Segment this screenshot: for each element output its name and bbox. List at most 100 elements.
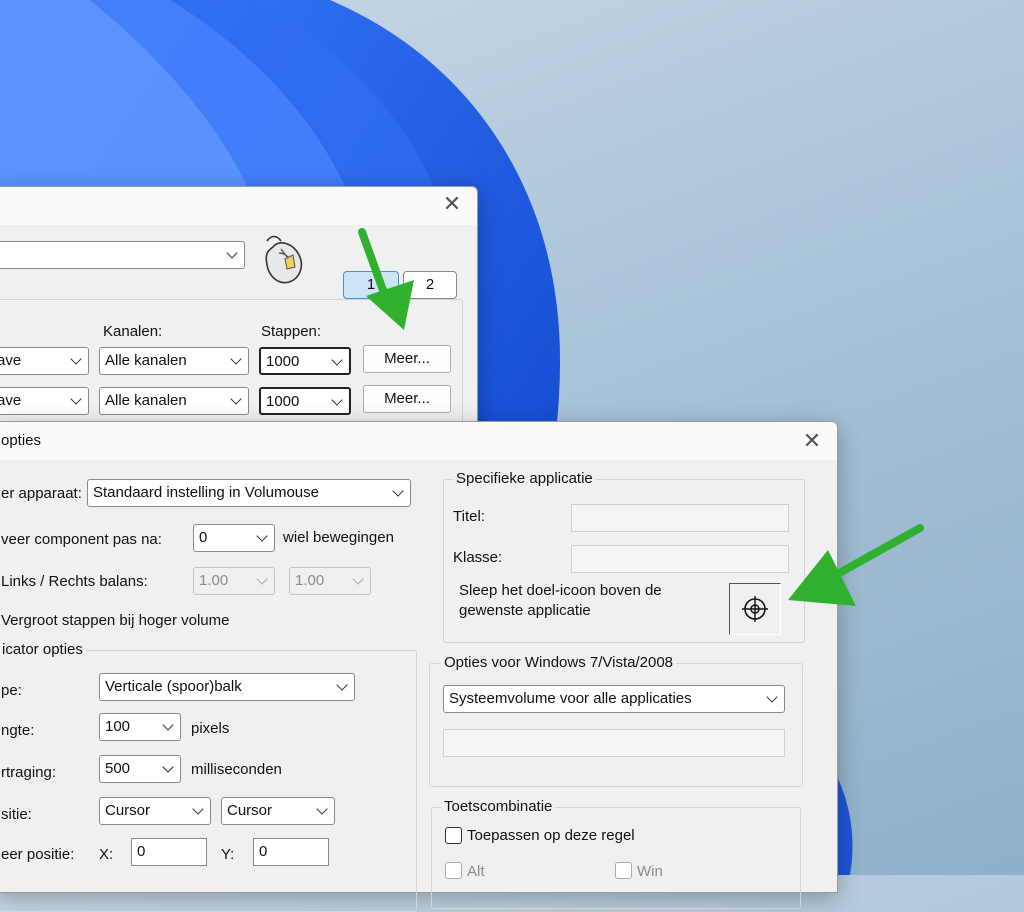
chevron-down-icon (336, 679, 348, 691)
position-y-value: Cursor (227, 802, 273, 819)
win7-group-title: Opties voor Windows 7/Vista/2008 (441, 654, 677, 671)
chevron-down-icon (70, 393, 82, 405)
alt-checkbox[interactable] (445, 862, 462, 879)
steps-select-2[interactable]: 1000 (259, 387, 351, 415)
target-drag-handle[interactable] (729, 583, 781, 635)
type-label: pe: (1, 682, 22, 699)
apply-rule-checkbox[interactable] (445, 827, 462, 844)
device-select[interactable]: Standaard instelling in Volumouse (87, 479, 411, 507)
hotkey-group (431, 807, 801, 909)
chevron-down-icon (230, 353, 242, 365)
drag-instruction-line-2: gewenste applicatie (459, 602, 591, 619)
position-y-select[interactable]: Cursor (221, 797, 335, 825)
length-unit: pixels (191, 720, 230, 737)
delay-value: 500 (105, 760, 131, 777)
hotkey-group-title: Toetscombinatie (441, 798, 556, 815)
win7-value: Systeemvolume voor alle applicaties (449, 690, 692, 707)
type-select[interactable]: Verticale (spoor)balk (99, 673, 355, 701)
alt-label: Alt (467, 863, 485, 880)
chevron-down-icon (352, 573, 364, 585)
win-label: Win (637, 863, 663, 880)
chevron-down-icon (331, 354, 343, 366)
fixed-position-label: eer positie: (1, 846, 75, 863)
device-label: er apparaat: (1, 485, 82, 502)
chevron-down-icon (316, 803, 328, 815)
chevron-down-icon (162, 761, 174, 773)
chevron-down-icon (162, 719, 174, 731)
channel-select-2[interactable]: Alle kanalen (99, 387, 249, 415)
delay-select[interactable]: 500 (99, 755, 181, 783)
source-value: ave (0, 352, 22, 369)
class-input[interactable] (571, 545, 789, 573)
position-x-select[interactable]: Cursor (99, 797, 211, 825)
component-label: veer component pas na: (1, 531, 162, 548)
steps-select-1[interactable]: 1000 (259, 347, 351, 375)
delay-unit: milliseconden (191, 761, 282, 778)
length-value: 100 (105, 718, 131, 735)
title-label: Titel: (453, 508, 485, 525)
y-input[interactable]: 0 (253, 838, 329, 866)
win-checkbox[interactable] (615, 862, 632, 879)
balance-label: Links / Rechts balans: (1, 573, 148, 590)
class-label: Klasse: (453, 549, 503, 566)
chevron-down-icon (192, 803, 204, 815)
options-window: opties ✕ er apparaat: Standaard instelli… (0, 421, 838, 912)
crosshair-icon (742, 596, 768, 622)
channels-label: Kanalen: (103, 323, 163, 340)
type-value: Verticale (spoor)balk (105, 678, 242, 695)
chevron-down-icon (256, 530, 268, 542)
position-x-value: Cursor (105, 802, 151, 819)
arrow-to-target-icon (788, 524, 924, 606)
win7-select[interactable]: Systeemvolume voor alle applicaties (443, 685, 785, 713)
steps-value: 1000 (266, 393, 300, 410)
device-value: Standaard instelling in Volumouse (93, 484, 319, 501)
x-input[interactable]: 0 (131, 838, 207, 866)
balance-right-value: 1.00 (295, 572, 325, 589)
win7-extra-field[interactable] (443, 729, 785, 757)
chevron-down-icon (331, 394, 343, 406)
source-select-2[interactable]: ave (0, 387, 89, 415)
chevron-down-icon (256, 573, 268, 585)
indicator-group-title: icator opties (0, 641, 86, 658)
options-window-titlebar: opties (0, 422, 837, 460)
chevron-down-icon (230, 393, 242, 405)
back-window-close-icon[interactable]: ✕ (437, 189, 467, 219)
channel-select-1[interactable]: Alle kanalen (99, 347, 249, 375)
component-unit: wiel bewegingen (283, 529, 394, 546)
apply-rule-label: Toepassen op deze regel (467, 827, 635, 844)
options-window-close-icon[interactable]: ✕ (797, 426, 827, 456)
balance-left-value: 1.00 (199, 572, 229, 589)
chevron-down-icon (392, 485, 404, 497)
component-value: 0 (199, 529, 208, 546)
chevron-down-icon (70, 353, 82, 365)
steps-label: Stappen: (261, 323, 322, 340)
chevron-down-icon (766, 691, 778, 703)
source-value: ave (0, 392, 22, 409)
x-label: X: (99, 846, 114, 863)
drag-instruction-line-1: Sleep het doel-icoon boven de (459, 582, 662, 599)
channel-value: Alle kanalen (105, 352, 187, 369)
arrow-to-more-button-icon (358, 228, 414, 330)
delay-label: rtraging: (1, 764, 57, 781)
window-title: opties (1, 432, 42, 449)
position-label: sitie: (1, 806, 32, 823)
mouse-icon (265, 235, 303, 284)
source-select-1[interactable]: ave (0, 347, 89, 375)
increase-steps-checkbox-label[interactable]: Vergroot stappen bij hoger volume (1, 612, 229, 629)
balance-left-select[interactable]: 1.00 (193, 567, 275, 595)
title-input[interactable] (571, 504, 789, 532)
component-select[interactable]: 0 (193, 524, 275, 552)
more-button-2[interactable]: Meer... (363, 385, 451, 413)
back-window-titlebar (0, 187, 477, 225)
more-button-1[interactable]: Meer... (363, 345, 451, 373)
chevron-down-icon (226, 247, 238, 259)
specific-app-group-title: Specifieke applicatie (453, 470, 596, 487)
steps-value: 1000 (266, 353, 300, 370)
length-select[interactable]: 100 (99, 713, 181, 741)
y-label: Y: (221, 846, 235, 863)
win7-group (429, 663, 803, 787)
length-label: ngte: (1, 722, 35, 739)
balance-right-select[interactable]: 1.00 (289, 567, 371, 595)
channel-value: Alle kanalen (105, 392, 187, 409)
back-device-select[interactable] (0, 241, 245, 269)
